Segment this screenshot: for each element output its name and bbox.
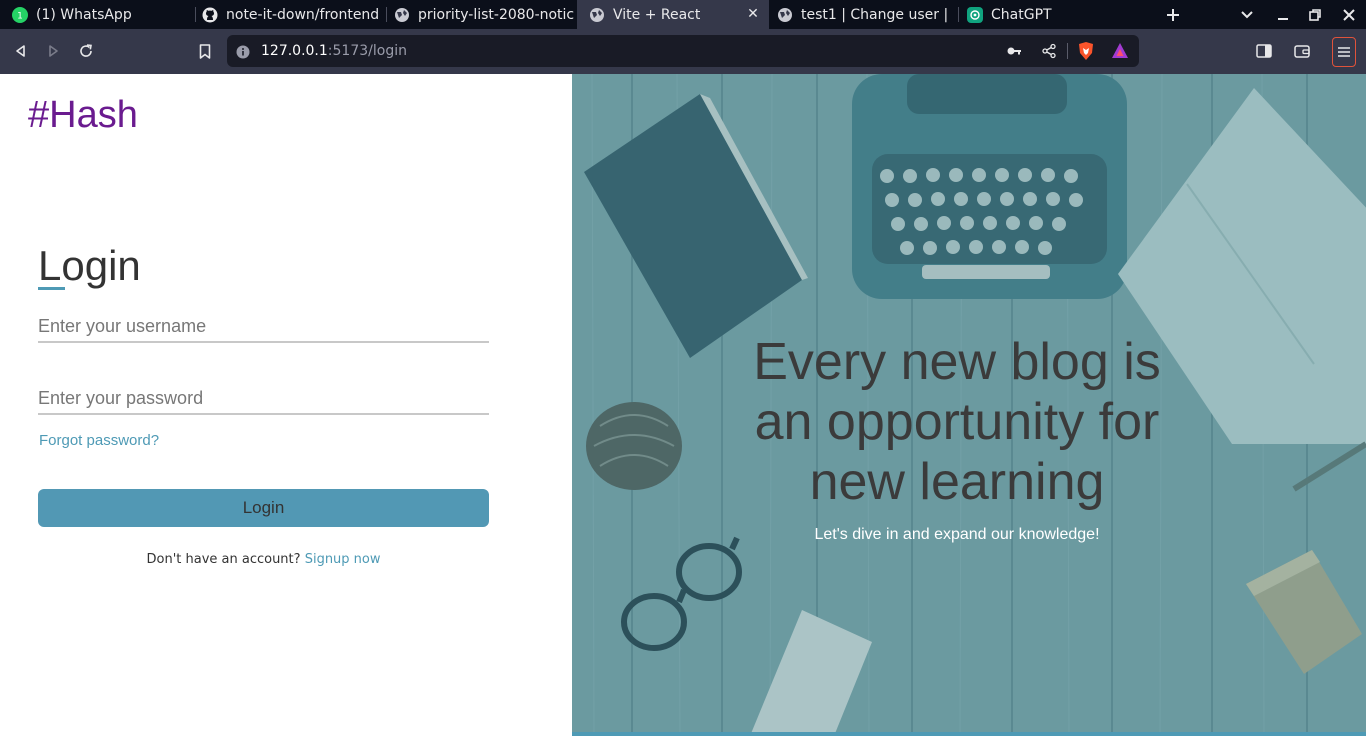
browser-tab-strip: 1 (1) WhatsApp note-it-down/frontend pri… [0, 0, 1366, 29]
tab-title: Vite + React [613, 6, 701, 23]
brave-rewards-icon[interactable] [1111, 42, 1129, 64]
signup-link[interactable]: Signup now [305, 552, 381, 567]
bookmark-icon [199, 43, 211, 59]
chevron-down-icon [1241, 10, 1253, 18]
sidebar-icon [1256, 44, 1272, 58]
signup-prompt: Don't have an account? [146, 552, 301, 567]
sidebar-toggle-button[interactable] [1250, 37, 1278, 65]
tagline-line: an opportunity for [754, 393, 1160, 451]
forward-button[interactable] [39, 37, 67, 65]
url-host: 127.0.0.1 [261, 43, 328, 59]
key-icon[interactable] [1006, 43, 1022, 63]
tab-title: priority-list-2080-notic [418, 6, 575, 23]
reload-icon [80, 44, 92, 57]
url-path: :5173/login [327, 43, 407, 59]
close-icon [1343, 8, 1355, 21]
address-bar[interactable]: 127.0.0.1:5173/login [227, 35, 1139, 67]
urlbar-divider [1067, 43, 1068, 59]
restore-icon [1309, 8, 1321, 21]
tab-title: (1) WhatsApp [36, 6, 132, 23]
page-content: #Hash Login Forgot password? Login Don't… [0, 74, 1366, 736]
svg-text:1: 1 [17, 11, 23, 20]
back-arrow-icon [16, 45, 25, 57]
site-info-icon[interactable] [236, 44, 250, 63]
tagline-line: new learning [809, 453, 1105, 511]
brand-logo[interactable]: #Hash [28, 94, 138, 137]
new-tab-button[interactable] [1157, 0, 1189, 29]
tab-title: note-it-down/frontend [226, 6, 380, 23]
share-icon[interactable] [1041, 43, 1057, 63]
main-menu-button[interactable] [1332, 37, 1356, 67]
url-text[interactable]: 127.0.0.1:5173/login [261, 35, 407, 67]
maximize-button[interactable] [1299, 0, 1331, 29]
tab-title: ChatGPT [991, 6, 1052, 23]
brave-shields-icon[interactable] [1077, 41, 1095, 65]
wallet-button[interactable] [1288, 37, 1316, 65]
globe-icon [777, 7, 793, 23]
chatgpt-icon [967, 6, 983, 23]
tab-whatsapp[interactable]: 1 (1) WhatsApp [0, 0, 195, 29]
close-icon[interactable]: ✕ [745, 6, 761, 22]
globe-icon [589, 7, 605, 23]
hamburger-menu-icon [1338, 47, 1350, 57]
close-window-button[interactable] [1333, 0, 1365, 29]
forward-arrow-icon [49, 45, 58, 57]
tab-test1[interactable]: test1 | Change user | [765, 0, 959, 29]
whatsapp-icon: 1 [12, 6, 28, 23]
tab-vite-react[interactable]: Vite + React ✕ [577, 0, 769, 29]
username-input[interactable] [38, 311, 489, 343]
password-input[interactable] [38, 383, 489, 415]
globe-icon [394, 7, 410, 23]
minimize-icon [1278, 17, 1288, 20]
tab-search-button[interactable] [1231, 0, 1263, 29]
login-panel: #Hash Login Forgot password? Login Don't… [0, 74, 572, 736]
hero-subtitle: Let's dive in and expand our knowledge! [814, 526, 1100, 543]
tab-chatgpt[interactable]: ChatGPT [955, 0, 1147, 29]
tab-title: test1 | Change user | [801, 6, 949, 23]
signup-row: Don't have an account? Signup now [38, 552, 489, 567]
back-button[interactable] [7, 37, 35, 65]
forgot-password-link[interactable]: Forgot password? [39, 432, 159, 449]
tagline-line: Every new blog is [753, 333, 1161, 391]
wallet-icon [1294, 45, 1310, 58]
browser-toolbar: 127.0.0.1:5173/login [0, 29, 1366, 74]
tab-priority-list[interactable]: priority-list-2080-notic [382, 0, 576, 29]
minimize-button[interactable] [1267, 0, 1299, 29]
hero-tagline: Every new blog is an opportunity for new… [732, 332, 1182, 512]
page-title: Login [38, 242, 141, 289]
reload-button[interactable] [72, 37, 100, 65]
heading-underline [38, 287, 65, 290]
hero-bottom-bar [572, 732, 1366, 736]
login-button[interactable]: Login [38, 489, 489, 527]
plus-icon [1167, 8, 1179, 21]
hero-panel: Every new blog is an opportunity for new… [572, 74, 1366, 736]
github-icon [202, 7, 218, 23]
bookmark-button[interactable] [191, 37, 219, 65]
tab-note-it-down[interactable]: note-it-down/frontend [190, 0, 386, 29]
